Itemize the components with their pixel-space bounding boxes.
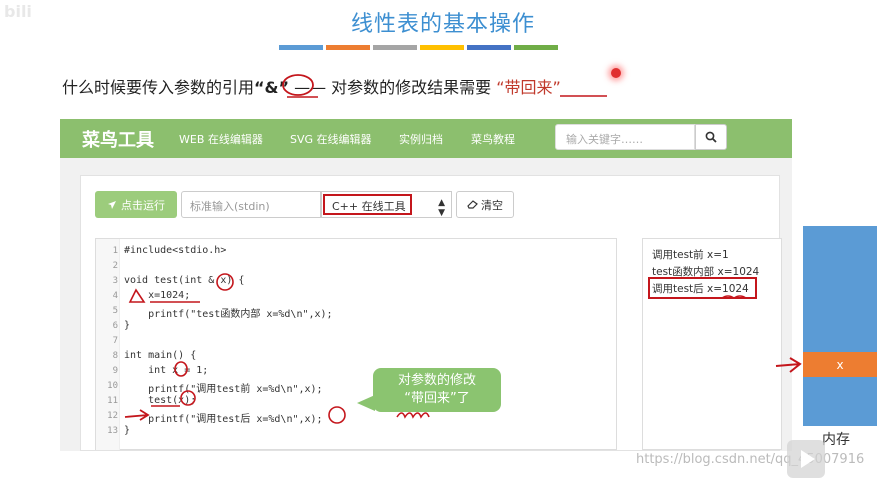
callout-bubble: 对参数的修改 “带回来”了 — [373, 368, 501, 412]
callout-line-2: “带回来”了 — [404, 391, 470, 406]
callout-line-1: 对参数的修改 — [397, 373, 476, 388]
csdn-watermark: https://blog.csdn.net/qq_45007916 — [636, 452, 865, 467]
play-button[interactable] — [787, 440, 825, 478]
memory-label: 内存 — [822, 432, 850, 448]
memory-block — [803, 226, 877, 426]
memory-cell-x: x — [803, 352, 877, 377]
play-icon — [801, 450, 815, 468]
